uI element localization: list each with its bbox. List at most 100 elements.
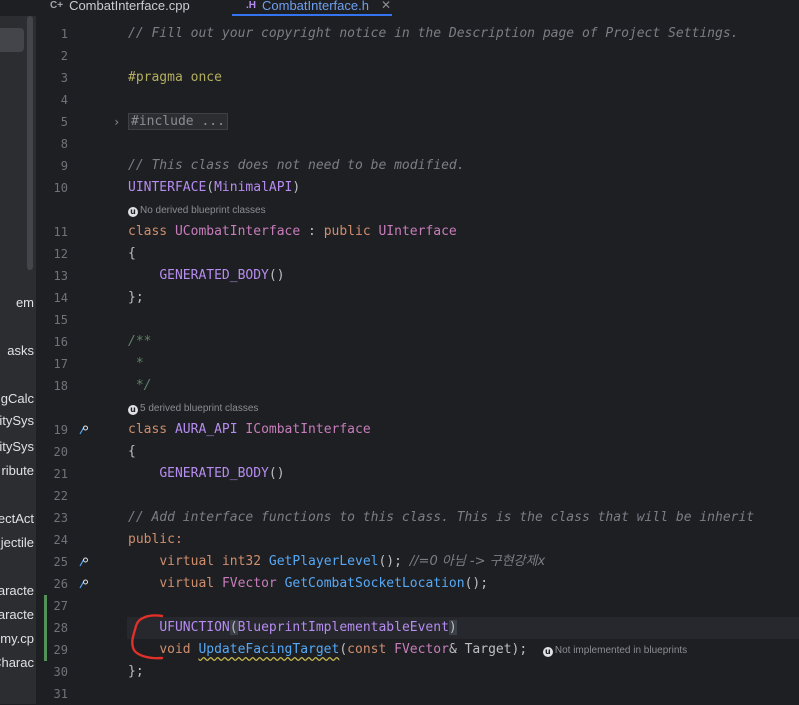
- line-number: 5: [60, 115, 68, 129]
- macro-arg: BlueprintImplementableEvent: [237, 620, 449, 635]
- code-line-16: 16 /**: [0, 331, 799, 353]
- code-line-4: 4: [0, 89, 799, 111]
- code-line-8: 8: [0, 133, 799, 155]
- editor-tab-bar: C+ CombatInterface.cpp .H CombatInterfac…: [0, 0, 799, 16]
- code-line-30: 30 };: [0, 661, 799, 683]
- code-line-21: 21 GENERATED_BODY(): [0, 463, 799, 485]
- line-number: 16: [53, 335, 68, 349]
- macro-name: UFUNCTION: [159, 620, 230, 635]
- macro-name: GENERATED_BODY: [159, 268, 269, 283]
- line-number: 19: [53, 423, 68, 437]
- blueprint-hint[interactable]: u5 derived blueprint classes: [128, 402, 258, 416]
- code-text[interactable]: // Fill out your copyright notice in the…: [128, 23, 738, 45]
- code-text[interactable]: GENERATED_BODY(): [128, 463, 285, 485]
- line-number: 20: [53, 445, 68, 459]
- line-number: 17: [53, 357, 68, 371]
- code-text[interactable]: };: [128, 287, 144, 309]
- macro-name: GENERATED_BODY: [159, 466, 269, 481]
- macro-name: UINTERFACE: [128, 180, 207, 195]
- line-number: 26: [53, 577, 68, 591]
- code-text[interactable]: void UpdateFacingTarget(const FVector& T…: [128, 639, 687, 662]
- keyword: virtual: [159, 554, 215, 569]
- implemented-marker-icon[interactable]: [79, 579, 89, 589]
- code-text[interactable]: public:: [128, 529, 183, 551]
- code-text[interactable]: virtual int32 GetPlayerLevel(); //=0 아님 …: [128, 551, 545, 573]
- code-line-18: 18 */: [0, 375, 799, 397]
- code-text[interactable]: */: [128, 375, 152, 397]
- parens: (): [268, 268, 285, 283]
- code-line-3: 3 #pragma once: [0, 67, 799, 89]
- chevron-right-icon[interactable]: ›: [113, 111, 120, 133]
- pragma-value: once: [182, 70, 222, 85]
- implemented-marker-icon[interactable]: [79, 557, 89, 567]
- line-number: 3: [60, 71, 68, 85]
- code-text[interactable]: // This class does not need to be modifi…: [128, 155, 465, 177]
- hint-text: 5 derived blueprint classes: [140, 403, 259, 414]
- call-parens: ();: [464, 576, 489, 591]
- code-text[interactable]: #pragma once: [128, 67, 222, 89]
- code-text[interactable]: };: [128, 661, 144, 683]
- blueprint-inline-hint[interactable]: u Not implemented in blueprints: [542, 645, 687, 657]
- line-number: 18: [53, 379, 68, 393]
- code-text[interactable]: /**: [128, 331, 151, 353]
- keyword: virtual: [159, 576, 215, 591]
- code-line-9: 9 // This class does not need to be modi…: [0, 155, 799, 177]
- header-file-icon: .H: [246, 0, 256, 11]
- code-line-1: 1 // Fill out your copyright notice in t…: [0, 23, 799, 45]
- colon: :: [300, 224, 324, 239]
- hint-text: No derived blueprint classes: [140, 205, 266, 216]
- code-line-13: 13 GENERATED_BODY(): [0, 265, 799, 287]
- code-text[interactable]: {: [128, 243, 136, 265]
- tab-combatinterface-cpp[interactable]: C+ CombatInterface.cpp: [50, 0, 190, 16]
- line-number: 10: [53, 181, 68, 195]
- code-text[interactable]: #include ...: [128, 111, 228, 133]
- keyword: class: [128, 422, 168, 437]
- inline-comment: //=0 아님 -> 구현강제x: [409, 554, 546, 569]
- code-line-24: 24 public:: [0, 529, 799, 551]
- tab-label: CombatInterface.cpp: [69, 0, 190, 13]
- line-number: 15: [53, 313, 68, 327]
- code-text[interactable]: UINTERFACE(MinimalAPI): [128, 177, 300, 199]
- code-text[interactable]: virtual FVector GetCombatSocketLocation(…: [128, 573, 488, 595]
- line-number: 28: [53, 621, 68, 635]
- code-line-2: 2: [0, 45, 799, 67]
- red-annotation-bracket: [131, 614, 164, 660]
- line-number: 27: [53, 599, 68, 613]
- code-line-10: 10 UINTERFACE(MinimalAPI): [0, 177, 799, 199]
- code-text[interactable]: *: [128, 353, 144, 375]
- base-class: UInterface: [378, 224, 457, 239]
- function-name: UpdateFacingTarget: [198, 642, 340, 657]
- code-text[interactable]: UFUNCTION(BlueprintImplementableEvent): [128, 617, 457, 639]
- line-number: 21: [53, 467, 68, 481]
- blueprint-hint[interactable]: u No derived blueprint classes: [128, 204, 266, 218]
- class-name: UCombatInterface: [174, 224, 301, 239]
- pragma-directive: #pragma: [128, 70, 183, 85]
- line-number: 2: [60, 49, 68, 63]
- line-number: 14: [53, 291, 68, 305]
- api-macro: AURA_API: [174, 422, 238, 437]
- code-text[interactable]: {: [128, 441, 136, 463]
- line-number: 30: [53, 665, 68, 679]
- code-text[interactable]: class AURA_API ICombatInterface: [128, 419, 371, 441]
- code-line-26: 26 virtual FVector GetCombatSocketLocati…: [0, 573, 799, 595]
- code-text[interactable]: class UCombatInterface : public UInterfa…: [128, 221, 457, 243]
- keyword: const: [347, 642, 387, 657]
- folded-include-block[interactable]: #include ...: [128, 113, 228, 130]
- close-icon[interactable]: ✕: [381, 0, 391, 12]
- code-line-11: 11 class UCombatInterface : public UInte…: [0, 221, 799, 243]
- function-name: GetCombatSocketLocation: [284, 576, 465, 591]
- code-text[interactable]: GENERATED_BODY(): [128, 265, 285, 287]
- class-name: ICombatInterface: [245, 422, 371, 437]
- cpp-file-icon: C+: [50, 0, 64, 11]
- code-line-28: 28 UFUNCTION(BlueprintImplementableEvent…: [0, 617, 799, 639]
- keyword: public: [323, 224, 371, 239]
- code-line-29: 29 void UpdateFacingTarget(const FVector…: [0, 639, 799, 661]
- type: FVector: [221, 576, 277, 591]
- implemented-marker-icon[interactable]: [79, 425, 89, 435]
- code-line-5: 5 › #include ...: [0, 111, 799, 133]
- code-text[interactable]: // Add interface functions to this class…: [128, 507, 799, 529]
- unreal-icon: u: [542, 647, 553, 657]
- parens: (): [268, 466, 285, 481]
- line-number: 31: [53, 687, 68, 701]
- macro-arg: MinimalAPI: [214, 180, 293, 195]
